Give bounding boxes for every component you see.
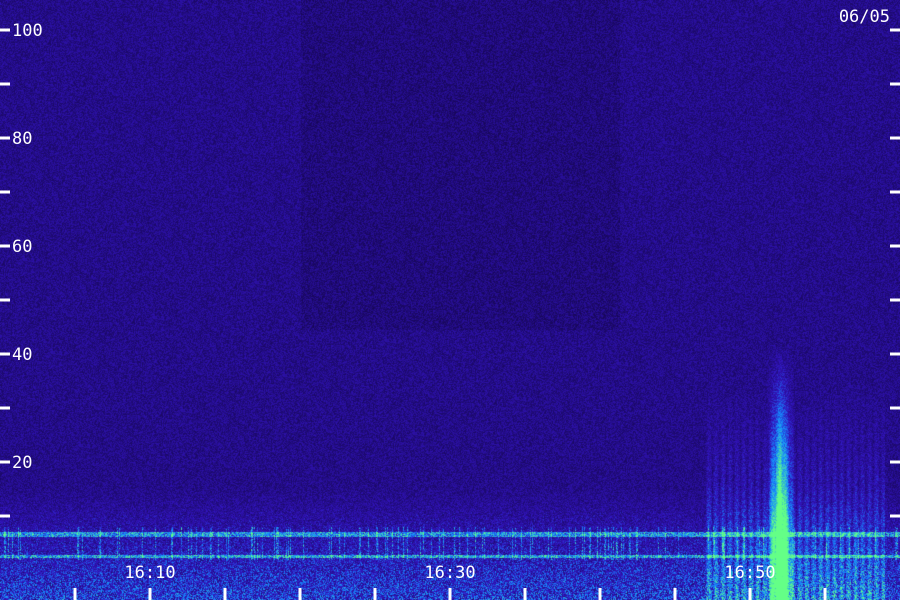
y-axis-left: 100 80 60 40 20: [0, 21, 43, 518]
y-tick-label: 100: [12, 21, 43, 41]
chart-overlay: 100 80 60 40 20 16:10 16:30 16:50 06/05: [0, 7, 900, 600]
y-tick-label: 40: [12, 345, 32, 365]
x-tick-label: 16:30: [424, 563, 475, 583]
y-tick-label: 20: [12, 453, 32, 473]
y-axis-right: [890, 28, 900, 518]
x-tick-label: 16:10: [124, 563, 175, 583]
y-tick-label: 80: [12, 129, 32, 149]
date-label: 06/05: [839, 7, 890, 27]
x-tick-label: 16:50: [724, 563, 775, 583]
y-tick-label: 60: [12, 237, 32, 257]
x-axis: 16:10 16:30 16:50: [73, 563, 827, 600]
